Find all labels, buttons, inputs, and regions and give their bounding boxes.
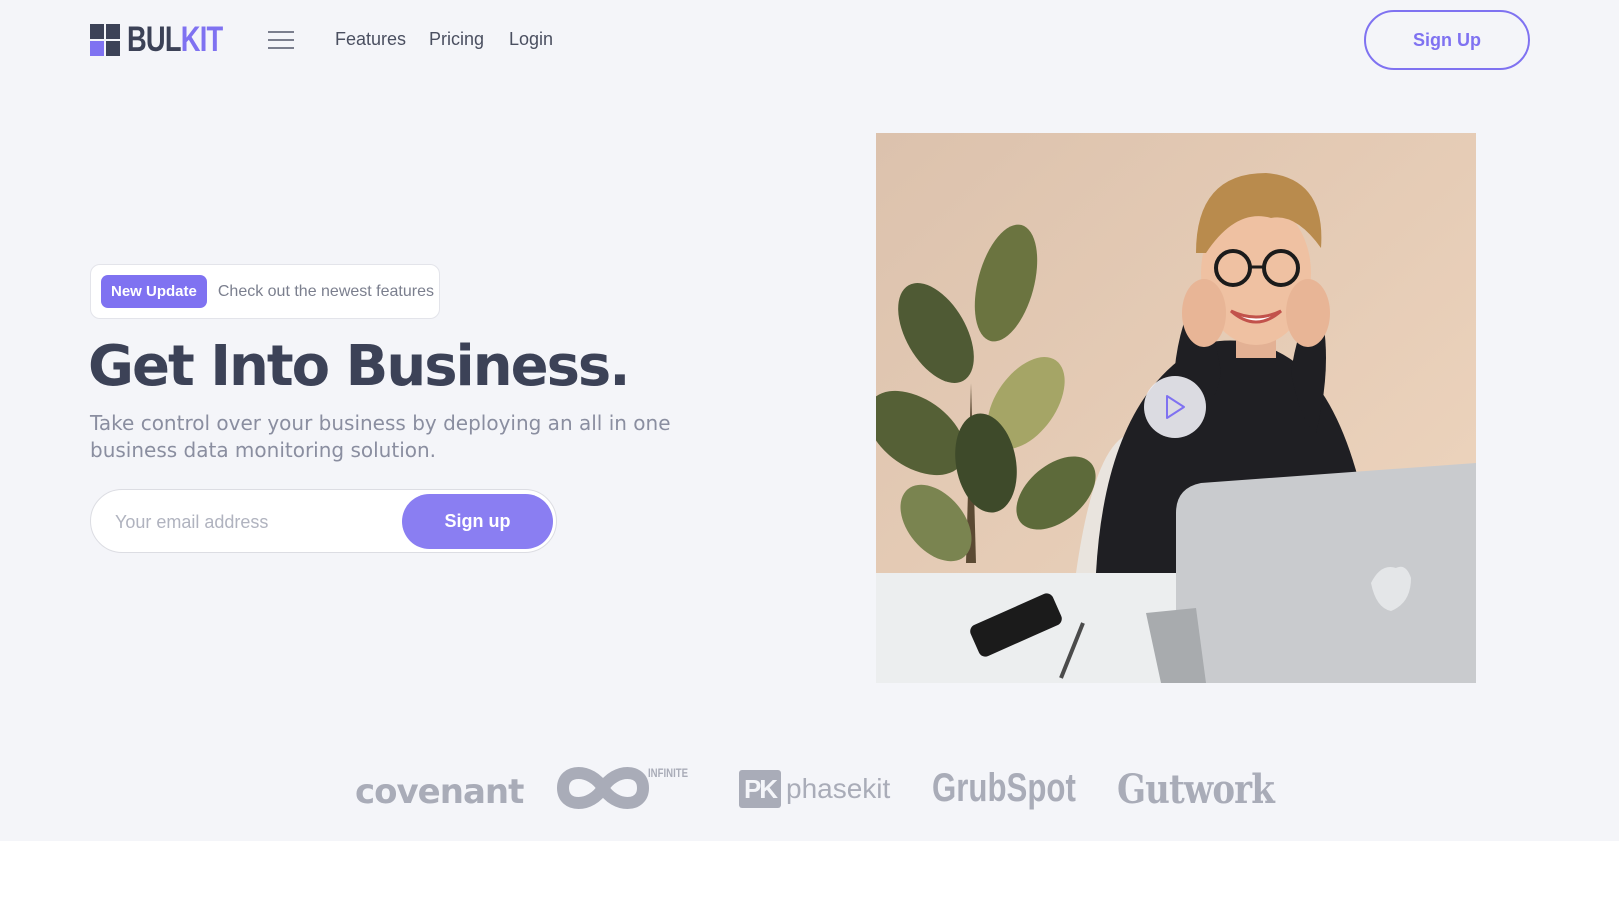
gutwork-logo: Gutwork [1117, 766, 1275, 813]
nav-link-login[interactable]: Login [509, 29, 553, 50]
hero-section: BULKIT Features Pricing Login Sign Up Ne… [0, 0, 1619, 841]
header-signup-button[interactable]: Sign Up [1364, 10, 1530, 70]
infinite-logo-text: INFINITE [648, 766, 688, 780]
play-icon [1166, 395, 1185, 419]
hero-video-thumbnail[interactable] [876, 133, 1476, 683]
page-bottom-area [0, 841, 1619, 903]
logo-wordmark: BULKIT [127, 20, 223, 60]
grubspot-logo: GrubSpot [932, 766, 1076, 810]
play-video-button[interactable] [1144, 376, 1206, 438]
logo-text-part2: KIT [180, 20, 223, 59]
signup-submit-button[interactable]: Sign up [402, 494, 553, 549]
nav-link-features[interactable]: Features [335, 29, 406, 50]
phasekit-logo-text: phasekit [786, 773, 891, 804]
infinite-logo: INFINITE [553, 760, 691, 816]
hero-subtitle: Take control over your business by deplo… [90, 411, 671, 462]
nav-link-pricing[interactable]: Pricing [429, 29, 484, 50]
logo-text-part1: BUL [127, 20, 182, 59]
new-update-badge: New Update [101, 275, 207, 308]
phasekit-mark: PK [739, 770, 781, 808]
logo-mark-icon [90, 24, 120, 56]
page-title: Get Into Business. [88, 334, 631, 399]
email-input[interactable] [115, 502, 385, 542]
phasekit-logo: PK phasekit [739, 770, 890, 808]
brand-logo[interactable]: BULKIT [90, 20, 249, 60]
update-banner[interactable]: New Update Check out the newest features [90, 264, 440, 319]
partner-logos: covenant INFINITE PK phasekit GrubSpot G… [0, 760, 1619, 820]
email-signup-form: Sign up [90, 489, 557, 553]
hamburger-menu-icon[interactable] [268, 31, 294, 49]
infinite-symbol-icon [556, 767, 650, 809]
covenant-logo: covenant [355, 772, 524, 812]
update-banner-text: Check out the newest features [217, 282, 434, 300]
